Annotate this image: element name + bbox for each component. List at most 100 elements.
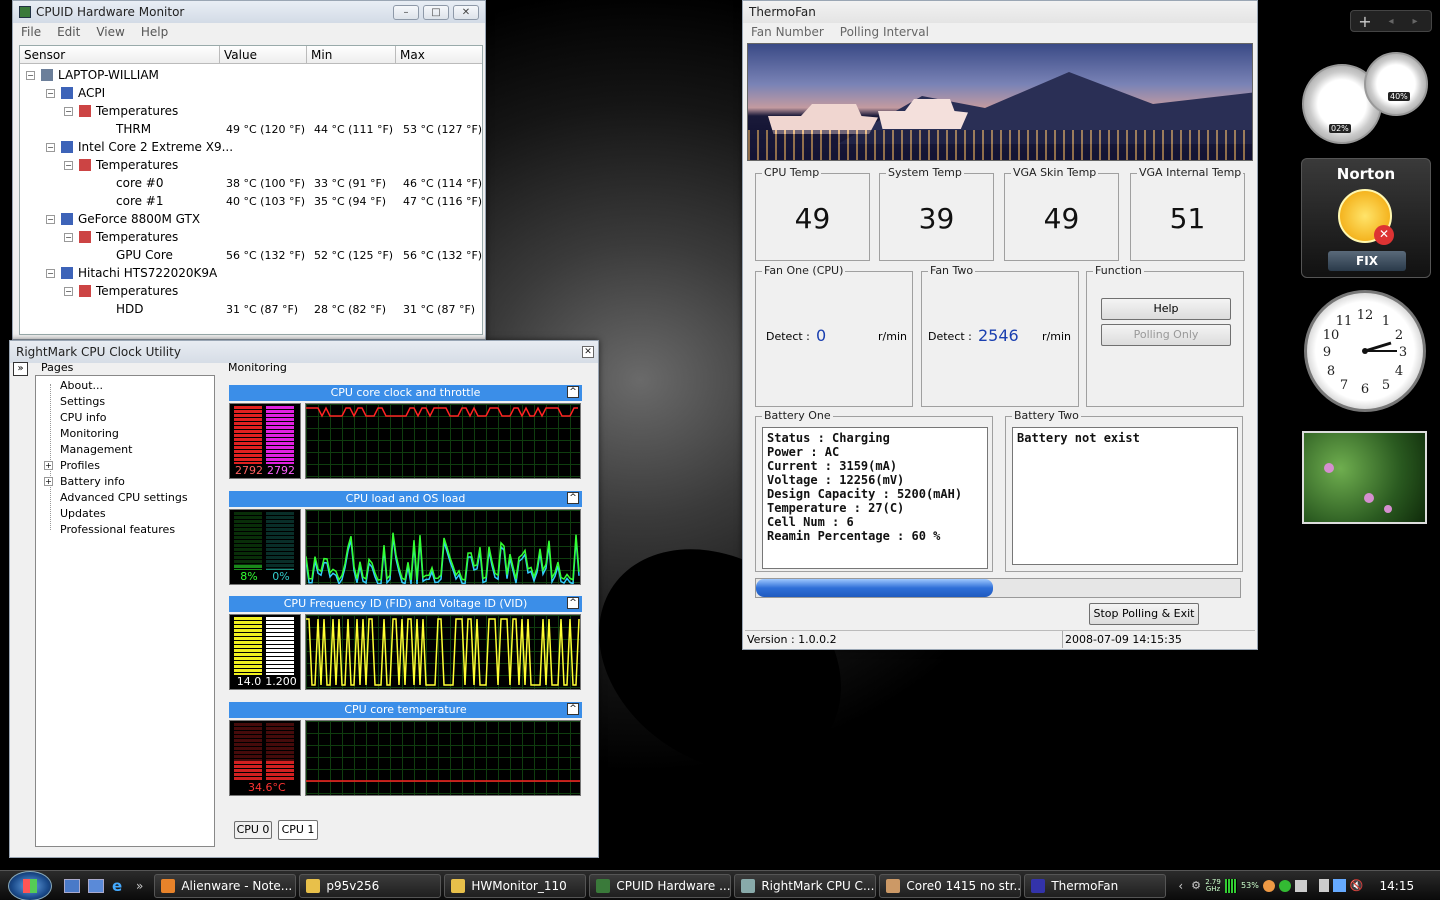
tree-row[interactable]: THRM — [116, 120, 151, 138]
collapse-icon[interactable]: − — [64, 106, 73, 116]
column-max[interactable]: Max — [396, 46, 482, 63]
thermofan-titlebar[interactable]: ThermoFan — [743, 1, 1257, 23]
prev-gadget-icon[interactable]: ◂ — [1379, 16, 1403, 27]
cpu-1-tab[interactable]: CPU 1 — [278, 820, 318, 840]
tree-row[interactable]: − GeForce 8800M GTX — [46, 210, 200, 228]
taskbar-button[interactable]: HWMonitor_110 — [444, 873, 587, 898]
battery-pct-tray-text[interactable]: 53% — [1241, 881, 1259, 890]
taskbar-button[interactable]: p95v256 — [299, 873, 442, 898]
next-gadget-icon[interactable]: ▸ — [1403, 16, 1427, 27]
add-gadget-icon[interactable]: + — [1351, 12, 1379, 31]
volume-muted-tray-icon[interactable]: 🔇 — [1350, 879, 1364, 892]
page-item[interactable]: Battery info + — [44, 475, 125, 488]
expand-icon[interactable]: + — [44, 477, 53, 486]
menu-polling-interval[interactable]: Polling Interval — [832, 25, 937, 39]
taskbar-button[interactable]: CPUID Hardware ... — [589, 873, 732, 898]
collapse-icon[interactable]: ^ — [567, 386, 579, 398]
page-item[interactable]: Settings — [60, 395, 105, 408]
thermometer-icon — [79, 231, 91, 243]
taskbar-button[interactable]: RightMark CPU C... — [734, 873, 877, 898]
display-tray-icon[interactable] — [1294, 879, 1307, 892]
polling-only-button[interactable]: Polling Only — [1101, 324, 1231, 346]
cpu-speed-tray-text[interactable]: 2.79 GHz — [1205, 878, 1221, 893]
page-item[interactable]: Management — [60, 443, 132, 456]
tree-row[interactable]: − Hitachi HTS722020K9A — [46, 264, 217, 282]
slideshow-gadget[interactable] — [1302, 431, 1427, 524]
tree-row[interactable]: − LAPTOP-WILLIAM — [26, 66, 159, 84]
collapse-icon[interactable]: − — [46, 214, 55, 224]
column-value[interactable]: Value — [220, 46, 307, 63]
tree-row[interactable]: HDD — [116, 300, 144, 318]
collapse-icon[interactable]: − — [64, 232, 73, 242]
rightmark-titlebar[interactable]: RightMark CPU Clock Utility ✕ — [10, 341, 598, 363]
power-tray-icon[interactable] — [1318, 879, 1329, 892]
collapse-icon[interactable]: ^ — [567, 703, 579, 715]
page-item[interactable]: About... — [60, 379, 103, 392]
battery-two-group: Battery Two Battery not exist — [1005, 409, 1243, 572]
settings-tray-icon[interactable]: ⚙ — [1191, 879, 1201, 892]
menu-view[interactable]: View — [88, 25, 132, 39]
network-tray-icon[interactable] — [1278, 879, 1291, 892]
column-min[interactable]: Min — [307, 46, 396, 63]
collapse-icon[interactable]: − — [46, 88, 55, 98]
start-button[interactable] — [8, 870, 52, 900]
close-button[interactable]: ✕ — [582, 346, 594, 358]
graph-tray-icon[interactable] — [1225, 878, 1238, 893]
taskbar-button[interactable]: Core0 1415 no str... — [879, 873, 1022, 898]
network-connection-tray-icon[interactable] — [1332, 879, 1346, 892]
collapse-icon[interactable]: − — [64, 286, 73, 296]
taskbar-button[interactable]: Alienware - Note... — [154, 873, 297, 898]
norton-fix-button[interactable]: FIX — [1328, 251, 1406, 271]
thermofan-window: ThermoFan Fan Number Polling Interval CP… — [742, 0, 1258, 650]
tree-row[interactable]: core #1 — [116, 192, 164, 210]
page-item[interactable]: Updates — [60, 507, 106, 520]
expand-pages-button[interactable]: » — [13, 362, 28, 376]
collapse-icon[interactable]: − — [64, 160, 73, 170]
menu-fan-number[interactable]: Fan Number — [743, 25, 832, 39]
battery-one-info[interactable]: Status : Charging Power : AC Current : 3… — [762, 427, 988, 569]
page-item[interactable]: Profiles + — [44, 459, 100, 472]
page-item[interactable]: Professional features — [60, 523, 175, 536]
antivirus-tray-icon[interactable] — [1262, 879, 1275, 892]
collapse-icon[interactable]: ^ — [567, 492, 579, 504]
show-desktop-icon[interactable] — [64, 878, 80, 893]
switch-windows-icon[interactable] — [88, 878, 104, 893]
menu-help[interactable]: Help — [133, 25, 176, 39]
page-item[interactable]: Monitoring — [60, 427, 119, 440]
tree-row[interactable]: − Temperatures — [64, 282, 178, 300]
minimize-button[interactable]: – — [393, 4, 419, 20]
tree-row[interactable]: − ACPI — [46, 84, 105, 102]
tree-row[interactable]: − Temperatures — [64, 156, 178, 174]
tree-row[interactable]: − Intel Core 2 Extreme X9... — [46, 138, 233, 156]
battery-two-info[interactable]: Battery not exist — [1012, 427, 1238, 565]
maximize-button[interactable]: □ — [423, 4, 449, 20]
close-button[interactable]: ✕ — [453, 4, 479, 20]
taskbar-button[interactable]: ThermoFan — [1024, 873, 1167, 898]
menu-edit[interactable]: Edit — [49, 25, 88, 39]
ie-icon[interactable]: e — [112, 878, 128, 894]
taskbar-clock[interactable]: 14:15 — [1380, 879, 1415, 893]
cpu-meter-gadget[interactable]: 02% 40% — [1302, 52, 1432, 144]
collapse-icon[interactable]: − — [46, 268, 55, 278]
collapse-icon[interactable]: − — [26, 70, 35, 80]
collapse-icon[interactable]: ^ — [567, 597, 579, 609]
tree-row[interactable]: GPU Core — [116, 246, 173, 264]
menu-file[interactable]: File — [13, 25, 49, 39]
tree-row[interactable]: core #0 — [116, 174, 164, 192]
cpu-0-tab[interactable]: CPU 0 — [234, 821, 272, 839]
column-sensor[interactable]: Sensor — [20, 46, 220, 63]
page-item[interactable]: CPU info — [60, 411, 107, 424]
tree-row[interactable]: − Temperatures — [64, 102, 178, 120]
more-quicklaunch-icon[interactable]: » — [136, 879, 143, 893]
norton-gadget[interactable]: Norton ✕ FIX — [1301, 158, 1431, 278]
collapse-icon[interactable]: − — [46, 142, 55, 152]
cpuid-titlebar[interactable]: CPUID Hardware Monitor – □ ✕ — [13, 1, 485, 23]
expand-icon[interactable]: + — [44, 461, 53, 470]
page-item[interactable]: Advanced CPU settings — [60, 491, 188, 504]
tree-row[interactable]: − Temperatures — [64, 228, 178, 246]
help-button[interactable]: Help — [1101, 298, 1231, 320]
stop-polling-exit-button[interactable]: Stop Polling & Exit — [1089, 603, 1199, 625]
tray-expand-icon[interactable]: ‹ — [1178, 879, 1183, 893]
cpuid-window: CPUID Hardware Monitor – □ ✕ File Edit V… — [12, 0, 486, 340]
svg-text:11: 11 — [1336, 314, 1353, 329]
